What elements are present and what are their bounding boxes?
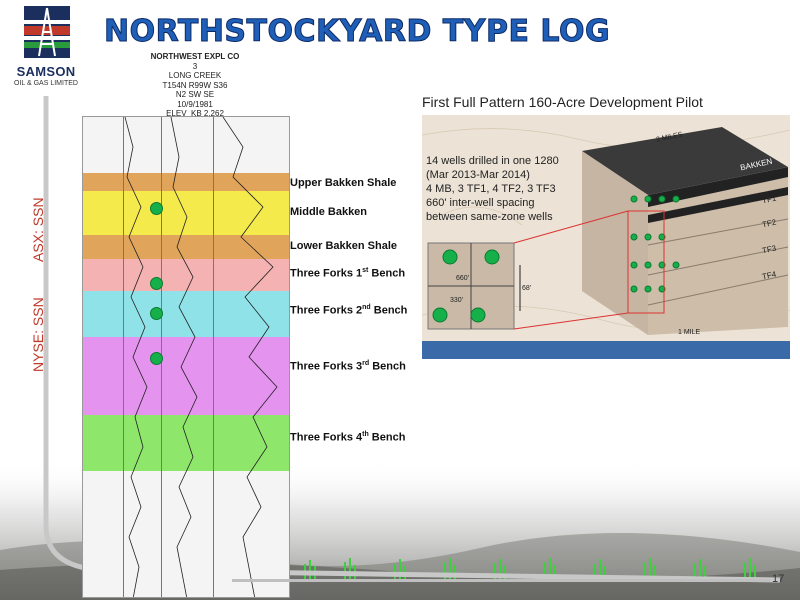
zone-label-upper-bakken: Upper Bakken Shale <box>290 177 397 189</box>
zone-label-lower-bakken: Lower Bakken Shale <box>290 240 397 252</box>
zone-label-tf2: Three Forks 2nd Bench <box>290 304 408 317</box>
company-name: SAMSON <box>16 64 76 79</box>
well-dot-middle-bakken <box>150 202 163 215</box>
pilot-line: 660' inter-well spacing <box>426 197 535 209</box>
inset-330-label: 330' <box>450 297 464 304</box>
pilot-diagram: 2 MILES BAKKEN TF1 TF2 TF3 TF4 1 MILE 66… <box>422 115 790 359</box>
log-curves <box>124 117 278 597</box>
zone-label-middle-bakken: Middle Bakken <box>290 206 368 218</box>
well-dot-tf1 <box>150 277 163 290</box>
nyse-ticker: NYSE: SSN <box>30 297 46 372</box>
zone-label-tf4: Three Forks 4th Bench <box>290 431 406 444</box>
pilot-line: between same-zone wells <box>426 211 553 223</box>
footer-divider <box>232 579 770 582</box>
log-header-line: 10/9/1981 <box>177 99 213 109</box>
pilot-title: First Full Pattern 160-Acre Development … <box>422 94 703 110</box>
well-dot-tf3 <box>150 352 163 365</box>
samson-logo: SAMSON OIL & GAS LIMITED <box>10 6 82 96</box>
log-header-line: 3 <box>192 61 198 71</box>
pilot-line: 14 wells drilled in one 1280 <box>426 155 559 167</box>
inset-68-label: 68' <box>522 285 532 292</box>
well-dot-tf2 <box>150 307 163 320</box>
zone-label-tf1: Three Forks 1st Bench <box>290 267 406 280</box>
label-1-mile: 1 MILE <box>678 329 701 336</box>
log-header-line: NORTHWEST EXPL CO <box>150 52 240 61</box>
pilot-line: 4 MB, 3 TF1, 4 TF2, 3 TF3 <box>426 183 556 195</box>
asx-ticker: ASX: SSN <box>30 197 46 262</box>
pilot-block-diagram <box>422 127 790 359</box>
pilot-description: 14 wells drilled in one 1280 (Mar 2013-M… <box>426 154 596 224</box>
log-header-line: LONG CREEK <box>168 71 222 80</box>
log-header-line: T154N R99W S36 <box>162 80 228 90</box>
pilot-line: (Mar 2013-Mar 2014) <box>426 169 530 181</box>
derrick-logo-icon <box>24 6 70 58</box>
inset-660-label: 660' <box>456 275 470 282</box>
log-header: NORTHWEST EXPL CO 3 LONG CREEK T154N R99… <box>140 52 250 119</box>
log-header-line: N2 SW SE <box>175 90 215 99</box>
company-subtitle: OIL & GAS LIMITED <box>14 80 78 87</box>
zone-label-tf3: Three Forks 3rd Bench <box>290 360 406 373</box>
type-log <box>82 116 290 598</box>
slide-title: NORTHSTOCKYARD TYPE LOG <box>103 14 611 50</box>
page-number: 17 <box>772 573 785 585</box>
